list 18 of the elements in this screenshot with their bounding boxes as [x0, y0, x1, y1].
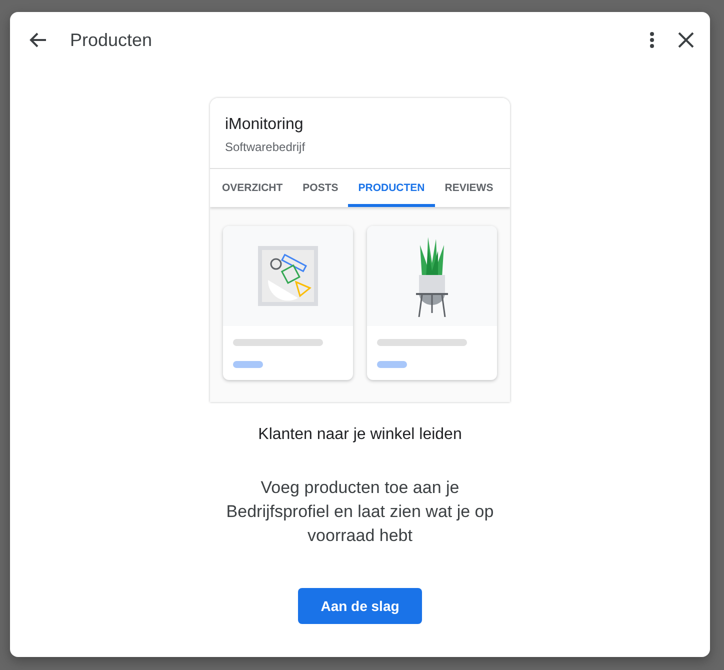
profile-tab[interactable]: OVERZICHT [210, 169, 293, 207]
business-name: iMonitoring [225, 116, 304, 134]
promo-description: Voeg producten toe aan je Bedrijfsprofiel en laat zien wat je op voorraad hebt [225, 477, 495, 547]
close-icon [678, 32, 694, 48]
placeholder-tag [377, 361, 407, 368]
profile-tab[interactable]: POSTS [292, 169, 348, 207]
more-vertical-icon [650, 32, 654, 48]
profile-tab[interactable]: REVIEWS [434, 169, 504, 207]
placeholder-tag [233, 361, 263, 368]
back-button[interactable] [28, 30, 48, 50]
more-options-button[interactable] [650, 32, 654, 48]
close-button[interactable] [678, 32, 694, 48]
promo-headline: Klanten naar je winkel leiden [258, 426, 462, 444]
shapes-drawing [258, 246, 318, 306]
dialog-title: Producten [70, 30, 154, 50]
business-category: Softwarebedrijf [225, 140, 306, 154]
back-arrow-icon [28, 30, 48, 50]
get-started-button[interactable]: Aan de slag [298, 588, 422, 624]
